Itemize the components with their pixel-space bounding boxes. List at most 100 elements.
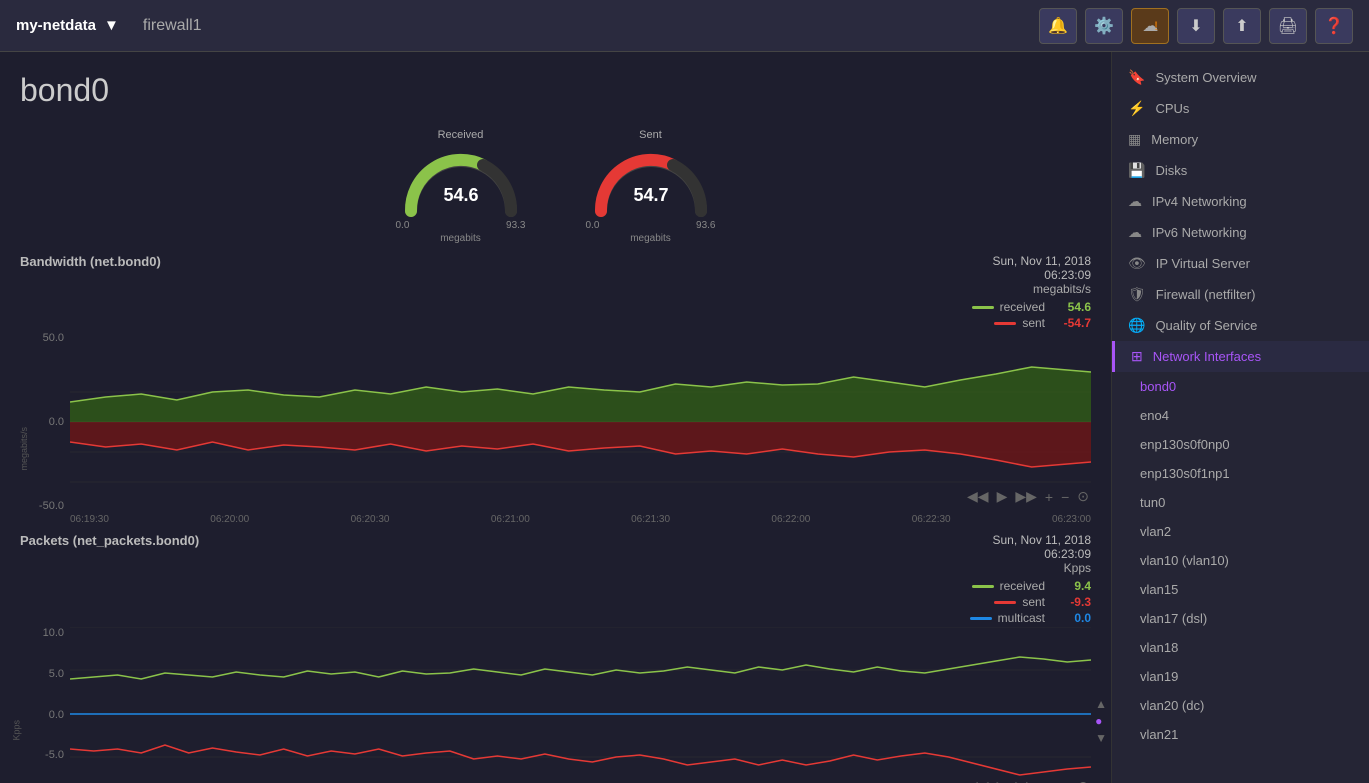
chip-icon: ▦ [1128,131,1141,148]
packets-multicast-indicator [970,617,992,620]
packets-legend: received 9.4 sent -9.3 multicast 0.0 [970,579,1091,625]
packets-fast-forward-button[interactable]: ▶▶ [1013,776,1039,783]
bandwidth-chart-info: Sun, Nov 11, 2018 06:23:09 megabits/s re… [972,254,1091,330]
packets-unit: Kpps [970,561,1091,575]
sidebar: 🔖 System Overview ⚡ CPUs ▦ Memory 💾 Disk… [1111,52,1369,783]
sidebar-subitem-enp130s0f1np1[interactable]: enp130s0f1np1 [1112,459,1369,488]
sidebar-item-cpus[interactable]: ⚡ CPUs [1112,93,1369,124]
sidebar-label-tun0: tun0 [1140,495,1165,510]
download-button[interactable]: ⬇ [1177,8,1215,44]
cloud-warning-button[interactable]: ☁ ! [1131,8,1169,44]
packets-chart-wrapper: 10.0 5.0 0.0 -5.0 -10.0 Kpps [20,627,1091,783]
received-legend-label: received [1000,300,1045,314]
sidebar-subitem-tun0[interactable]: tun0 [1112,488,1369,517]
bandwidth-y-axis: 50.0 0.0 -50.0 megabits/s [20,332,70,512]
packets-chart-area[interactable]: 06:19:30 06:20:00 06:20:30 06:21:00 06:2… [70,627,1091,783]
sidebar-label-ipv6: IPv6 Networking [1152,225,1247,240]
bandwidth-chart-wrapper: 50.0 0.0 -50.0 megabits/s [20,332,1091,525]
sidebar-item-system-overview[interactable]: 🔖 System Overview [1112,62,1369,93]
brand-chevron: ▼ [104,17,119,34]
fast-forward-button[interactable]: ▶▶ [1013,486,1039,507]
sidebar-label-vlan10: vlan10 (vlan10) [1140,553,1229,568]
bandwidth-svg [70,332,1091,512]
help-button[interactable]: ❓ [1315,8,1353,44]
packets-rewind-button[interactable]: ◀◀ [965,776,991,783]
sidebar-item-firewall[interactable]: 🛡 Firewall (netfilter) [1112,279,1369,310]
bolt-icon: ⚡ [1128,100,1145,117]
sidebar-item-qos[interactable]: 🌐 Quality of Service [1112,310,1369,341]
received-gauge-bottom: 0.0 93.3 [396,220,526,231]
packets-chart-controls: ◀◀ ▶ ▶▶ + − ⊙ [965,776,1091,783]
page-host: firewall1 [143,17,1039,35]
bandwidth-chart-area[interactable]: 06:19:30 06:20:00 06:20:30 06:21:00 06:2… [70,332,1091,525]
sidebar-subitem-vlan19[interactable]: vlan19 [1112,662,1369,691]
sidebar-item-ip-virtual-server[interactable]: 👁 IP Virtual Server [1112,248,1369,279]
main-layout: bond0 Received 54.6 0.0 93.3 [0,52,1369,783]
packets-received-label: received [1000,579,1045,593]
gear-button[interactable]: ⚙️ [1085,8,1123,44]
bandwidth-unit: megabits/s [972,282,1091,296]
sent-gauge-unit: megabits [630,233,671,244]
packets-y-axis: 10.0 5.0 0.0 -5.0 -10.0 Kpps [20,627,70,783]
upload-button[interactable]: ⬆ [1223,8,1261,44]
gauges-row: Received 54.6 0.0 93.3 megabits [20,129,1091,244]
bandwidth-legend: received 54.6 sent -54.7 [972,300,1091,330]
sidebar-item-network-interfaces-wrapper[interactable]: ⊞ Network Interfaces [1112,341,1369,372]
packets-received-indicator [972,585,994,588]
bandwidth-time: 06:23:09 [972,268,1091,282]
sidebar-subitem-vlan10[interactable]: vlan10 (vlan10) [1112,546,1369,575]
sidebar-label-vlan2: vlan2 [1140,524,1171,539]
sidebar-label-vlan15: vlan15 [1140,582,1178,597]
packets-chart-title: Packets (net_packets.bond0) [20,533,199,548]
sidebar-item-ipv4[interactable]: ☁ IPv4 Networking [1112,186,1369,217]
sidebar-subitem-vlan21[interactable]: vlan21 [1112,720,1369,749]
bell-button[interactable]: 🔔 [1039,8,1077,44]
sidebar-subitem-vlan15[interactable]: vlan15 [1112,575,1369,604]
packets-zoom-out-button[interactable]: − [1059,777,1071,783]
sidebar-label-vlan19: vlan19 [1140,669,1178,684]
sidebar-label-vlan20: vlan20 (dc) [1140,698,1204,713]
bandwidth-legend-sent: sent -54.7 [972,316,1091,330]
sidebar-label-ipv4: IPv4 Networking [1152,194,1247,209]
packets-play-button[interactable]: ▶ [995,776,1010,783]
sidebar-subitem-eno4[interactable]: eno4 [1112,401,1369,430]
sidebar-item-memory[interactable]: ▦ Memory [1112,124,1369,155]
zoom-in-button[interactable]: + [1043,487,1055,507]
packets-received-value: 9.4 [1051,579,1091,593]
packets-chart-section: Packets (net_packets.bond0) Sun, Nov 11,… [20,533,1091,783]
sent-legend-value: -54.7 [1051,316,1091,330]
navbar-icons: 🔔 ⚙️ ☁ ! ⬇ ⬆ 🖨 ❓ [1039,8,1353,44]
zoom-out-button[interactable]: − [1059,487,1071,507]
options-button[interactable]: ⊙ [1075,486,1091,507]
scroll-indicator[interactable]: ▲ ● ▼ [1095,697,1107,745]
sidebar-subitem-vlan17[interactable]: vlan17 (dsl) [1112,604,1369,633]
packets-legend-received: received 9.4 [970,579,1091,593]
sidebar-item-network-interfaces[interactable]: ⊞ Network Interfaces [1112,341,1369,372]
print-button[interactable]: 🖨 [1269,8,1307,44]
play-button[interactable]: ▶ [995,486,1010,507]
sidebar-subitem-vlan2[interactable]: vlan2 [1112,517,1369,546]
received-gauge-label: Received [438,129,484,141]
sidebar-item-disks[interactable]: 💾 Disks [1112,155,1369,186]
cloud-ipv6-icon: ☁ [1128,224,1142,241]
packets-zoom-in-button[interactable]: + [1043,777,1055,783]
sidebar-item-ipv6[interactable]: ☁ IPv6 Networking [1112,217,1369,248]
brand-menu[interactable]: my-netdata ▼ [16,17,119,34]
sidebar-label-disks: Disks [1155,163,1187,178]
packets-options-button[interactable]: ⊙ [1075,776,1091,783]
received-gauge-unit: megabits [440,233,481,244]
rewind-button[interactable]: ◀◀ [965,486,991,507]
sidebar-subitem-vlan20[interactable]: vlan20 (dc) [1112,691,1369,720]
sidebar-label-system-overview: System Overview [1155,70,1256,85]
sidebar-label-vlan21: vlan21 [1140,727,1178,742]
content-area: bond0 Received 54.6 0.0 93.3 [0,52,1111,783]
sidebar-label-enp130s0f0np0: enp130s0f0np0 [1140,437,1230,452]
eye-icon: 👁 [1128,255,1146,272]
sidebar-subitem-vlan18[interactable]: vlan18 [1112,633,1369,662]
sidebar-label-vlan18: vlan18 [1140,640,1178,655]
sidebar-label-eno4: eno4 [1140,408,1169,423]
sidebar-subitem-enp130s0f0np0[interactable]: enp130s0f0np0 [1112,430,1369,459]
svg-text:54.6: 54.6 [443,185,478,205]
packets-legend-multicast: multicast 0.0 [970,611,1091,625]
sidebar-subitem-bond0[interactable]: bond0 [1112,372,1369,401]
